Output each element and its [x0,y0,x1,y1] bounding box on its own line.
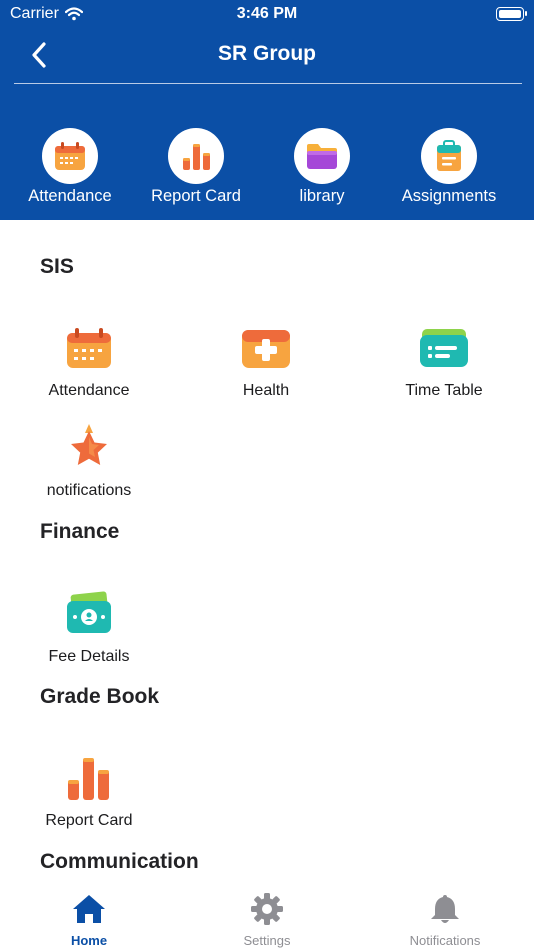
page-title: SR Group [218,42,316,65]
bar-chart-icon [183,144,210,170]
tile-label: Health [242,382,290,399]
tile-time-table[interactable]: Time Table [369,322,519,400]
header-divider [14,83,522,84]
folder-icon [307,144,337,169]
clock: 3:46 PM [236,5,298,22]
tab-label: Notifications [409,933,481,948]
quick-action-label: Report Card [151,187,241,205]
quick-action-report-card[interactable]: Report Card [126,128,266,206]
bell-icon [431,895,459,923]
gear-icon [251,893,283,925]
section-title-sis: SIS [40,255,74,278]
home-icon [73,895,105,923]
quick-action-attendance[interactable]: Attendance [0,128,140,206]
tab-notifications[interactable]: Notifications [375,893,515,948]
tile-label: Attendance [48,382,130,399]
quick-action-label: Assignments [401,187,497,205]
star-icon [71,424,107,465]
calendar-icon [55,142,85,170]
bar-chart-icon [68,758,109,800]
battery-icon [496,7,527,21]
card-icon [420,329,468,367]
medical-kit-icon [242,330,290,368]
nav-bar: SR Group [0,32,534,78]
tab-label: Home [70,933,108,948]
tile-label: Fee Details [48,648,130,665]
quick-action-library[interactable]: library [252,128,392,206]
tile-label: notifications [46,482,132,499]
app-header: Carrier 3:46 PM SR Group Attendance Repo… [0,0,534,220]
tab-settings[interactable]: Settings [197,893,337,948]
section-title-communication: Communication [40,850,199,873]
status-bar: Carrier 3:46 PM [0,0,534,28]
tab-bar: Home Settings Notifications [0,885,534,950]
quick-action-label: Attendance [28,187,112,205]
section-title-grade-book: Grade Book [40,685,160,708]
tab-home[interactable]: Home [19,893,159,948]
money-icon [67,591,111,633]
calendar-icon [67,328,111,368]
tab-label: Settings [243,933,291,948]
tile-notifications[interactable]: notifications [14,422,164,500]
quick-action-label: library [299,187,345,205]
tile-label: Report Card [45,812,133,829]
quick-action-assignments[interactable]: Assignments [379,128,519,206]
tile-health[interactable]: Health [191,322,341,400]
clipboard-icon [437,140,461,171]
tile-label: Time Table [405,382,483,399]
tile-report-card[interactable]: Report Card [14,752,164,830]
section-title-finance: Finance [40,520,120,543]
tile-attendance[interactable]: Attendance [14,322,164,400]
tile-fee-details[interactable]: Fee Details [14,588,164,666]
